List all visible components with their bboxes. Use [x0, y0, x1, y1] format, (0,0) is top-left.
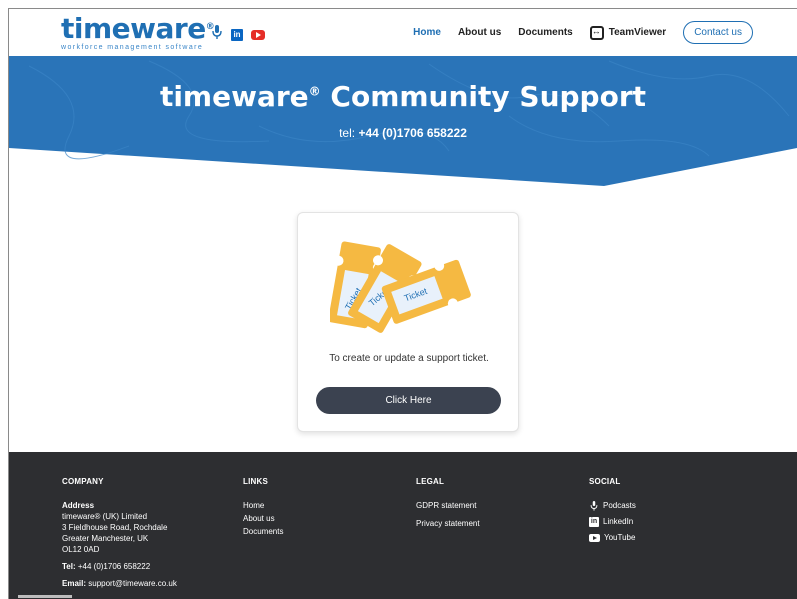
hero-title-registered: ® [308, 84, 321, 99]
ticket-illustration: Ticket Ticket Ticket [330, 241, 471, 333]
nav-home[interactable]: Home [413, 27, 441, 38]
address-line: Greater Manchester, UK [62, 534, 149, 543]
footer-social-podcasts[interactable]: Podcasts [589, 500, 636, 511]
hero-phone: tel: +44 (0)1706 658222 [9, 126, 797, 140]
footer-email-label: Email: [62, 579, 87, 588]
microphone-icon[interactable] [211, 25, 223, 45]
footer-social: SOCIAL Podcasts in LinkedIn YouTube [589, 476, 636, 548]
footer-social-linkedin-label: LinkedIn [603, 517, 634, 526]
footer-social-podcasts-label: Podcasts [603, 501, 636, 510]
footer-tel-label: Tel: [62, 562, 76, 571]
support-ticket-card: Ticket Ticket Ticket To create or update… [297, 212, 519, 432]
teamviewer-icon [589, 25, 604, 40]
hero-title: timeware® Community Support [9, 80, 797, 113]
footer-link-home[interactable]: Home [243, 500, 283, 511]
timeware-logo[interactable]: timeware® workforce management software [61, 12, 215, 52]
footer-email-value[interactable]: support@timeware.co.uk [86, 579, 177, 588]
header-social-links: in [211, 25, 265, 45]
footer-link-privacy[interactable]: Privacy statement [416, 518, 480, 529]
footer-link-gdpr[interactable]: GDPR statement [416, 500, 480, 511]
footer-legal-heading: LEGAL [416, 477, 445, 486]
site-header: timeware® workforce management software … [9, 9, 797, 56]
hero-tel-number[interactable]: +44 (0)1706 658222 [358, 126, 466, 140]
hero-tel-label: tel: [339, 126, 356, 140]
address-line: 3 Fieldhouse Road, Rochdale [62, 523, 168, 532]
footer-link-documents[interactable]: Documents [243, 526, 283, 537]
footer-tel: Tel: +44 (0)1706 658222 [62, 561, 177, 572]
nav-documents[interactable]: Documents [518, 27, 572, 38]
click-here-button[interactable]: Click Here [316, 387, 501, 414]
footer-email: Email: support@timeware.co.uk [62, 578, 177, 589]
hero-title-brand: timeware [159, 80, 309, 113]
main-nav: Home About us Documents TeamViewer Conta… [413, 21, 753, 44]
address-line: OL12 0AD [62, 545, 100, 554]
address-label: Address [62, 501, 95, 510]
footer-links-heading: LINKS [243, 477, 268, 486]
nav-teamviewer-label: TeamViewer [608, 27, 667, 38]
linkedin-icon[interactable]: in [231, 29, 243, 41]
footer-social-youtube[interactable]: YouTube [589, 532, 636, 543]
footer-tel-value[interactable]: +44 (0)1706 658222 [76, 562, 150, 571]
youtube-icon [589, 533, 600, 542]
horizontal-scrollbar[interactable] [18, 595, 72, 598]
footer-links: LINKS Home About us Documents [243, 476, 283, 537]
footer-social-heading: SOCIAL [589, 477, 621, 486]
footer-company: COMPANY Address timeware® (UK) Limited 3… [62, 476, 177, 589]
linkedin-icon: in [589, 516, 599, 527]
footer-link-about[interactable]: About us [243, 513, 283, 524]
hero-background [9, 56, 797, 186]
microphone-icon [590, 500, 598, 511]
footer-company-heading: COMPANY [62, 477, 104, 486]
logo-word: timeware [61, 12, 206, 45]
footer-social-linkedin[interactable]: in LinkedIn [589, 516, 636, 527]
hero-title-rest: Community Support [320, 80, 647, 113]
address-line: timeware® (UK) Limited [62, 512, 148, 521]
youtube-icon[interactable] [251, 30, 265, 40]
nav-teamviewer[interactable]: TeamViewer [589, 25, 667, 40]
card-description: To create or update a support ticket. [329, 353, 489, 364]
logo-tagline: workforce management software [61, 44, 204, 51]
hero-banner: timeware® Community Support tel: +44 (0)… [9, 56, 797, 188]
nav-about-us[interactable]: About us [458, 27, 501, 38]
footer-legal: LEGAL GDPR statement Privacy statement [416, 476, 480, 529]
contact-us-button[interactable]: Contact us [683, 21, 753, 44]
footer-social-youtube-label: YouTube [604, 533, 636, 542]
site-footer: COMPANY Address timeware® (UK) Limited 3… [9, 452, 797, 599]
